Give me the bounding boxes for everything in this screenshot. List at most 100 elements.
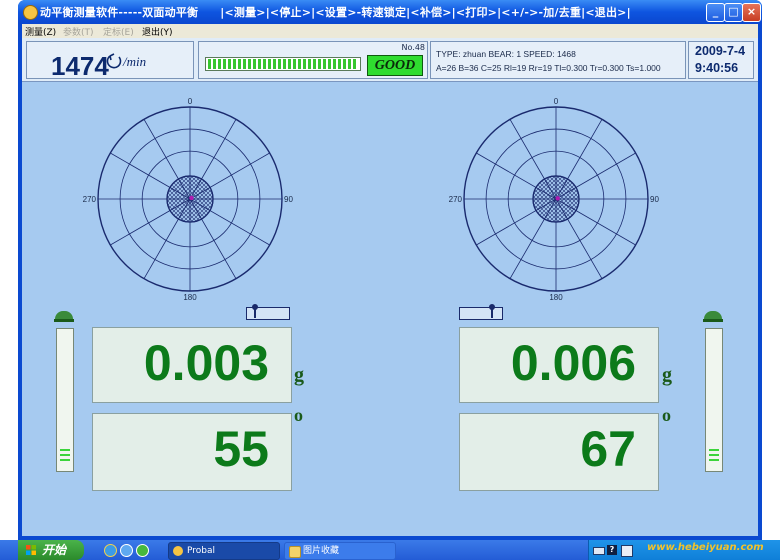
title-menu-text: |<测量>|<停止>|<设置>-转速锁定|<补偿>|<打印>|<+/->-加/去… [220,6,631,19]
signal-led-segment [253,59,256,69]
signal-led-segment [333,59,336,69]
info-line-1: TYPE: zhuan BEAR: 1 SPEED: 1468 [436,49,576,59]
right-slider-knob[interactable] [489,304,495,310]
signal-led-segment [278,59,281,69]
signal-led-segment [328,59,331,69]
minimize-button[interactable]: _ [706,3,725,22]
start-button[interactable]: 开始 [18,540,84,560]
probal-app-icon [173,546,183,556]
left-amount-unit: g [294,364,304,386]
status-strip: 1474 /min No.48 GOOD TYPE: zhuan BEAR: 1… [22,38,758,82]
signal-led-segment [283,59,286,69]
signal-led-segment [343,59,346,69]
rpm-unit: /min [123,54,147,69]
rpm-value: 1474 [51,51,109,81]
right-gauge-cap [704,311,722,319]
angle-label-270: 270 [83,195,97,204]
info-panel: TYPE: zhuan BEAR: 1 SPEED: 1468 A=26 B=3… [430,41,686,79]
watermark-text: www.hebeiyuan.com [647,542,764,553]
right-amount-unit: g [662,364,672,386]
signal-led-segment [293,59,296,69]
signal-led-segment [348,59,351,69]
right-angle-unit: o [662,405,671,425]
left-polar-plot: 0 180 90 270 [83,97,294,302]
signal-led-segment [288,59,291,69]
main-area: 1474 /min No.48 GOOD TYPE: zhuan BEAR: 1… [22,38,758,536]
left-gauge-line [60,459,70,461]
info-line-2: A=26 B=36 C=25 Rl=19 Rr=19 Tl=0.300 Tr=0… [436,63,661,73]
taskbar-item-label: 图片收藏 [303,546,340,556]
angle-label-90: 90 [284,195,293,204]
media-player-icon[interactable] [136,544,149,557]
sample-number: No.48 [401,43,425,52]
internet-explorer-icon[interactable] [104,544,117,557]
signal-led-segment [213,59,216,69]
menu-calibrate[interactable]: 定标(E) [103,25,134,38]
signal-led-segment [273,59,276,69]
signal-led-segment [313,59,316,69]
right-gauge-line [709,454,719,456]
title-bar[interactable]: 动平衡测量软件-----双面动平衡 |<测量>|<停止>|<设置>-转速锁定|<… [18,0,762,24]
signal-led-segment [248,59,251,69]
left-gauge-cap [55,311,73,319]
left-amount-box: 0.003 [92,327,292,403]
angle-label-0: 0 [188,97,193,106]
right-position-slider[interactable] [459,304,503,320]
close-button[interactable]: × [742,3,761,22]
left-gauge-cap-bar [54,319,74,322]
angle-label-90: 90 [650,195,659,204]
signal-led-segment [208,59,211,69]
windows-logo-icon [26,545,36,555]
taskbar: 开始 Probal 图片收藏 ? www.hebeiyuan.com [0,540,780,560]
signal-panel: No.48 GOOD [198,41,428,79]
network-icon[interactable] [621,545,633,557]
left-slider-knob[interactable] [252,304,258,310]
signal-level-bar [205,57,361,71]
outlook-express-icon[interactable] [120,544,133,557]
taskbar-item-pictures[interactable]: 图片收藏 [284,542,396,560]
date-text: 2009-7-4 [695,44,746,58]
unbalance-point [555,196,560,201]
taskbar-item-label: Probal [187,546,216,556]
right-angle-box: 67 [459,413,659,491]
menu-exit[interactable]: 退出(Y) [142,25,173,38]
angle-label-180: 180 [549,293,563,302]
right-gauge-line [709,459,719,461]
signal-led-segment [303,59,306,69]
datetime-panel: 2009-7-4 9:40:56 [688,41,754,79]
signal-led-segment [258,59,261,69]
left-gauge-line [60,449,70,451]
help-icon[interactable]: ? [607,545,617,555]
left-angle-box: 55 [92,413,292,491]
signal-led-segment [238,59,241,69]
app-icon [23,5,38,20]
signal-led-segment [223,59,226,69]
window-title-text: 动平衡测量软件-----双面动平衡 [40,6,199,19]
left-position-slider[interactable] [246,304,290,320]
signal-led-segment [243,59,246,69]
maximize-button[interactable]: □ [724,3,743,22]
right-polar-plot: 0 180 90 270 [449,97,660,302]
menu-bar: 测量(Z) 参数(T) 定标(E) 退出(Y) [22,24,758,38]
signal-led-segment [338,59,341,69]
signal-led-segment [233,59,236,69]
right-gauge-cap-bar [703,319,723,322]
keyboard-icon[interactable] [593,547,605,555]
right-amount-value: 0.006 [510,335,636,391]
signal-led-segment [318,59,321,69]
right-gauge-line [709,449,719,451]
window-title: 动平衡测量软件-----双面动平衡 |<测量>|<停止>|<设置>-转速锁定|<… [40,4,631,20]
menu-parameters[interactable]: 参数(T) [63,25,94,38]
angle-label-180: 180 [183,293,197,302]
signal-led-segment [228,59,231,69]
signal-led-segment [353,59,356,69]
folder-icon [289,546,301,558]
taskbar-item-probal[interactable]: Probal [168,542,280,560]
menu-measure[interactable]: 测量(Z) [25,25,56,38]
left-gauge-line [60,454,70,456]
right-amount-box: 0.006 [459,327,659,403]
left-angle-value: 55 [213,421,269,477]
right-level-gauge [705,328,723,472]
speed-panel: 1474 /min [26,41,194,81]
signal-led-segment [218,59,221,69]
